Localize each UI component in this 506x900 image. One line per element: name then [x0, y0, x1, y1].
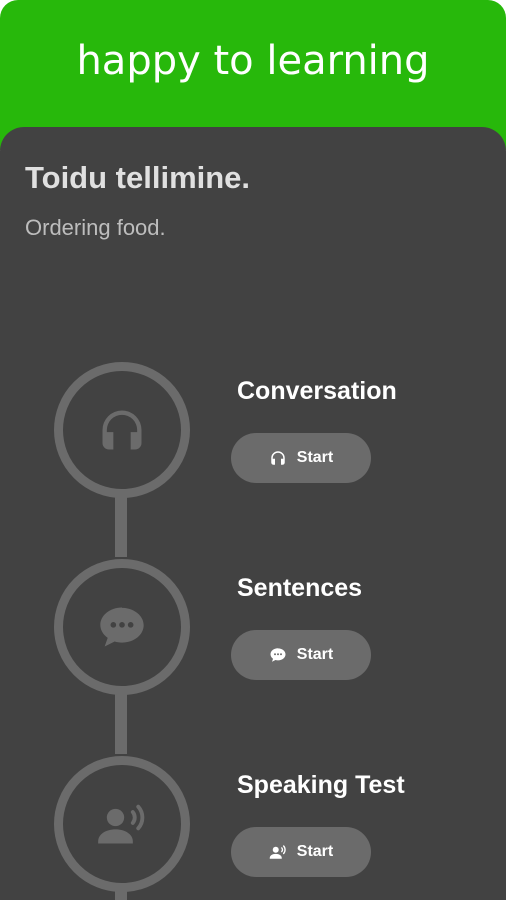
start-speaking-test-button[interactable]: Start	[231, 827, 371, 877]
start-conversation-button[interactable]: Start	[231, 433, 371, 483]
app-title: happy to learning	[76, 38, 430, 84]
app-root: happy to learning Toidu tellimine. Order…	[0, 0, 506, 900]
step-circle-speaking-test	[54, 756, 190, 892]
speaking-person-icon	[98, 804, 145, 844]
step-circle-conversation	[54, 362, 190, 498]
step-circle-sentences	[54, 559, 190, 695]
start-button-label: Start	[296, 646, 334, 663]
step-title-speaking-test: Speaking Test	[237, 771, 405, 799]
chat-bubble-icon	[100, 607, 144, 647]
headphones-icon	[271, 451, 285, 465]
step-title-conversation: Conversation	[237, 377, 397, 405]
lesson-card: Toidu tellimine. Ordering food. Conversa…	[0, 127, 506, 900]
headphones-icon	[102, 410, 142, 450]
start-button-label: Start	[296, 449, 334, 466]
speaking-person-icon	[269, 845, 286, 859]
start-button-label: Start	[296, 843, 334, 860]
chat-bubble-icon	[270, 648, 286, 662]
lesson-subtitle: Ordering food.	[25, 215, 166, 240]
step-title-sentences: Sentences	[237, 574, 363, 602]
start-sentences-button[interactable]: Start	[231, 630, 371, 680]
lesson-title: Toidu tellimine.	[25, 160, 251, 195]
